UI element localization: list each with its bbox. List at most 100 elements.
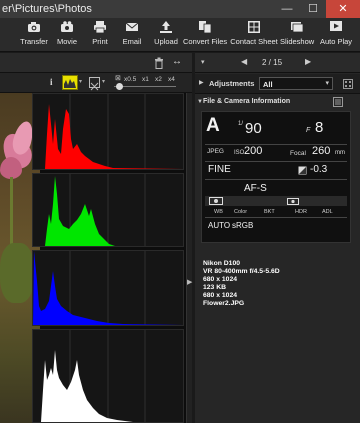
close-button[interactable]: ✕ [326, 0, 360, 18]
right-panel: ▾ ◀ 2 / 15 ▶ ▶ Adjustments All ▾ ▼ File … [195, 53, 360, 423]
histogram-luminance [33, 330, 183, 422]
info-menu-icon[interactable] [333, 97, 343, 107]
adjustments-select[interactable]: All ▾ [259, 77, 333, 90]
zoom-x4[interactable]: x4 [168, 76, 175, 83]
page-indicator: 2 / 15 [262, 58, 283, 67]
print-label: Print [92, 37, 108, 46]
adjustments-label: Adjustments [209, 79, 255, 88]
movie-label: Movie [56, 37, 77, 46]
white-balance-value: AUTO [208, 221, 231, 230]
lens-model: VR 80-400mm f/4.5-5.6D [203, 268, 280, 276]
next-arrow-icon[interactable]: ▶ [305, 57, 311, 66]
leaf [0, 243, 34, 303]
image-viewer[interactable] [0, 93, 186, 423]
histogram-green-panel [32, 173, 184, 247]
zoom-slider-handle[interactable] [116, 83, 123, 90]
overlay-dropdown-icon[interactable]: ▾ [102, 78, 105, 85]
camera-icon [28, 22, 40, 32]
upload-icon [160, 21, 172, 33]
viewer-top-bar: ↔ [0, 53, 192, 73]
zoom-slider-track[interactable] [114, 86, 176, 87]
image-quality: FINE [208, 164, 231, 175]
histogram-dropdown-icon[interactable]: ▾ [79, 78, 82, 85]
shutter-speed: 90 [245, 120, 262, 137]
histogram-toggle-button[interactable] [62, 75, 78, 90]
color-label: Color [234, 209, 248, 215]
wb-label: WB [214, 209, 223, 215]
adjustments-row: ▶ Adjustments All ▾ [195, 74, 360, 94]
convert-files-button[interactable]: Convert Files [183, 20, 227, 50]
fit-arrows-icon[interactable]: ↔ [172, 56, 182, 67]
viewer-tools-bar: i ▾ ▾ ⊠ x0.5 x1 x2 x4 [0, 73, 192, 93]
histogram-red-panel [32, 93, 184, 170]
zoom-x2[interactable]: x2 [155, 76, 162, 83]
exposure-compensation-icon [298, 166, 307, 175]
zoom-x1[interactable]: x1 [142, 76, 149, 83]
upload-label: Upload [154, 37, 178, 46]
email-icon [125, 22, 139, 31]
adl-label: ADL [322, 209, 333, 215]
histogram-green [33, 174, 183, 246]
histogram-icon [64, 79, 76, 88]
auto-play-button[interactable]: Auto Play [318, 20, 354, 50]
camera-icons-row [205, 196, 347, 206]
aperture-prefix: F [306, 127, 311, 134]
divider [205, 217, 347, 218]
movie-button[interactable]: Movie [56, 20, 78, 50]
maximize-button[interactable]: ☐ [300, 0, 326, 18]
nav-dropdown-icon[interactable]: ▾ [201, 58, 205, 66]
convert-files-icon [199, 21, 212, 34]
focal-label: Focal [290, 150, 306, 157]
metering-icon [209, 197, 223, 205]
adjustments-select-value: All [263, 80, 273, 89]
shutter-prefix: 1/ [238, 121, 244, 127]
divider [205, 179, 347, 180]
transfer-label: Transfer [20, 37, 48, 46]
email-button[interactable]: Email [120, 20, 144, 50]
chevron-down-icon: ▾ [325, 80, 329, 87]
iso-label: ISO [234, 150, 245, 156]
window-title: er\Pictures\Photos [2, 3, 92, 15]
settings-icon[interactable] [343, 79, 353, 89]
convert-files-label: Convert Files [183, 37, 228, 46]
minimize-button[interactable]: — [274, 0, 300, 18]
upload-button[interactable]: Upload [152, 20, 180, 50]
main-toolbar: Transfer Movie Print Email Upload Conver… [0, 18, 360, 52]
focal-length: 260 [312, 145, 331, 157]
zoom-x0-5[interactable]: x0.5 [124, 76, 136, 83]
print-button[interactable]: Print [89, 20, 111, 50]
adjustments-expand-icon[interactable]: ▶ [199, 79, 204, 86]
email-label: Email [122, 37, 142, 46]
info-icon[interactable]: i [50, 77, 53, 87]
auto-play-label: Auto Play [319, 37, 353, 46]
original-dimensions: 680 x 1024 [203, 292, 238, 300]
trash-icon[interactable] [154, 57, 164, 69]
previous-arrow-icon[interactable]: ◀ [241, 57, 247, 66]
bkt-label: BKT [264, 209, 275, 215]
transfer-button[interactable]: Transfer [20, 20, 48, 50]
contact-sheet-button[interactable]: Contact Sheet [230, 20, 278, 50]
camera-info-box: A 1/ 90 F 8 JPEG ISO 200 Focal 260 mm FI… [201, 111, 351, 243]
info-section-title: File & Camera Information [203, 98, 291, 105]
image-dimensions: 680 x 1024 [203, 276, 238, 284]
panel-collapse-strip[interactable] [186, 93, 192, 423]
file-size: 123 KB [203, 284, 227, 292]
camera-body-icon [287, 198, 299, 205]
hdr-label: HDR [295, 209, 307, 215]
file-format: JPEG [207, 148, 224, 155]
histogram-blue-panel [32, 250, 184, 326]
histogram-red [33, 94, 183, 169]
file-name: Flower2.JPG [203, 300, 245, 308]
exposure-mode: A [206, 115, 220, 136]
collapse-arrow-icon[interactable]: ▶ [187, 278, 192, 290]
camera-model: Nikon D100 [203, 260, 241, 267]
fit-screen-icon[interactable]: ⊠ [115, 74, 121, 82]
overlay-toggle-button[interactable] [89, 77, 100, 91]
slideshow-button[interactable]: Slideshow [280, 20, 314, 50]
info-section-header[interactable]: ▼ File & Camera Information [195, 95, 360, 109]
file-metadata: Nikon D100 VR 80-400mm f/4.5-5.6D 680 x … [203, 260, 353, 309]
iso-value: 200 [244, 145, 263, 157]
app-window: er\Pictures\Photos — ☐ ✕ Transfer Movie … [0, 0, 360, 423]
contact-sheet-label: Contact Sheet [230, 37, 278, 46]
printer-icon [94, 21, 106, 34]
